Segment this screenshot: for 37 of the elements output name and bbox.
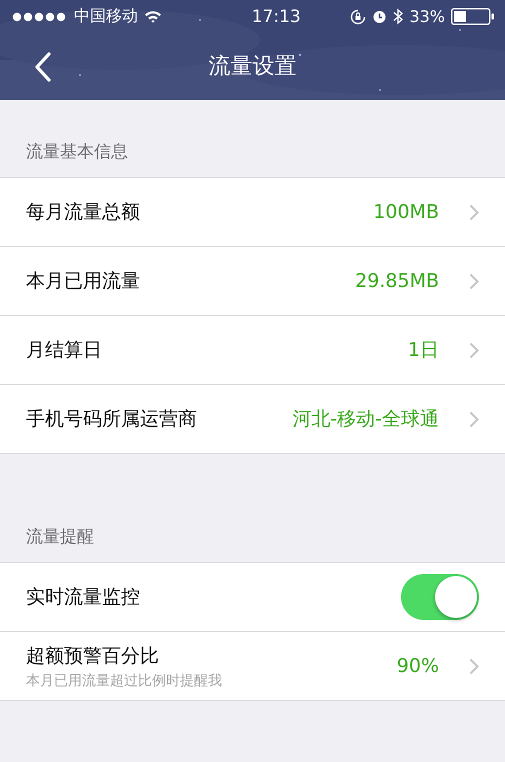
row-label: 月结算日: [26, 338, 103, 363]
chevron-icon: [469, 272, 479, 290]
chevron-icon: [469, 658, 479, 674]
row-label: 本月已用流量: [26, 269, 141, 294]
chevron-icon: [469, 204, 479, 220]
row-subtitle: 本月已用流量超过比例时提醒我: [26, 672, 223, 690]
row-value: 100MB: [373, 201, 439, 223]
row-value: 1日: [408, 338, 439, 363]
settings-row[interactable]: 超额预警百分比 本月已用流量超过比例时提醒我 90%: [0, 631, 505, 700]
settings-row[interactable]: 手机号码所属运营商 河北-移动-全球通: [0, 384, 505, 453]
row-label: 每月流量总额: [26, 200, 141, 225]
section-header: 流量基本信息: [25, 141, 129, 164]
row-label: 手机号码所属运营商: [26, 407, 198, 432]
section-header: 流量提醒: [25, 526, 95, 549]
settings-row[interactable]: 本月已用流量 29.85MB: [0, 246, 505, 315]
battery-percent: 33%: [409, 7, 445, 26]
chevron-icon: [469, 342, 479, 358]
battery-icon: [451, 8, 495, 25]
bluetooth-icon: [393, 8, 404, 25]
settings-row[interactable]: 每月流量总额 100MB: [0, 178, 505, 246]
wifi-icon: [144, 10, 162, 23]
row-value: 29.85MB: [355, 270, 439, 292]
row-label: 实时流量监控: [26, 585, 141, 610]
alarm-icon: [372, 9, 388, 24]
back-button[interactable]: [34, 52, 52, 82]
settings-row[interactable]: 实时流量监控: [0, 563, 505, 631]
screen-title: 流量设置: [208, 52, 296, 80]
row-value: 90%: [396, 655, 439, 677]
rotation-lock-icon: [350, 8, 366, 24]
toggle-switch[interactable]: [401, 574, 479, 620]
carrier-name: 中国移动: [74, 6, 138, 27]
signal-icon: [12, 12, 68, 22]
status-time: 17:13: [252, 6, 301, 26]
chevron-icon: [469, 410, 479, 428]
row-label: 超额预警百分比: [26, 644, 160, 668]
row-value: 河北-移动-全球通: [292, 407, 439, 432]
settings-row[interactable]: 月结算日 1日: [0, 315, 505, 384]
